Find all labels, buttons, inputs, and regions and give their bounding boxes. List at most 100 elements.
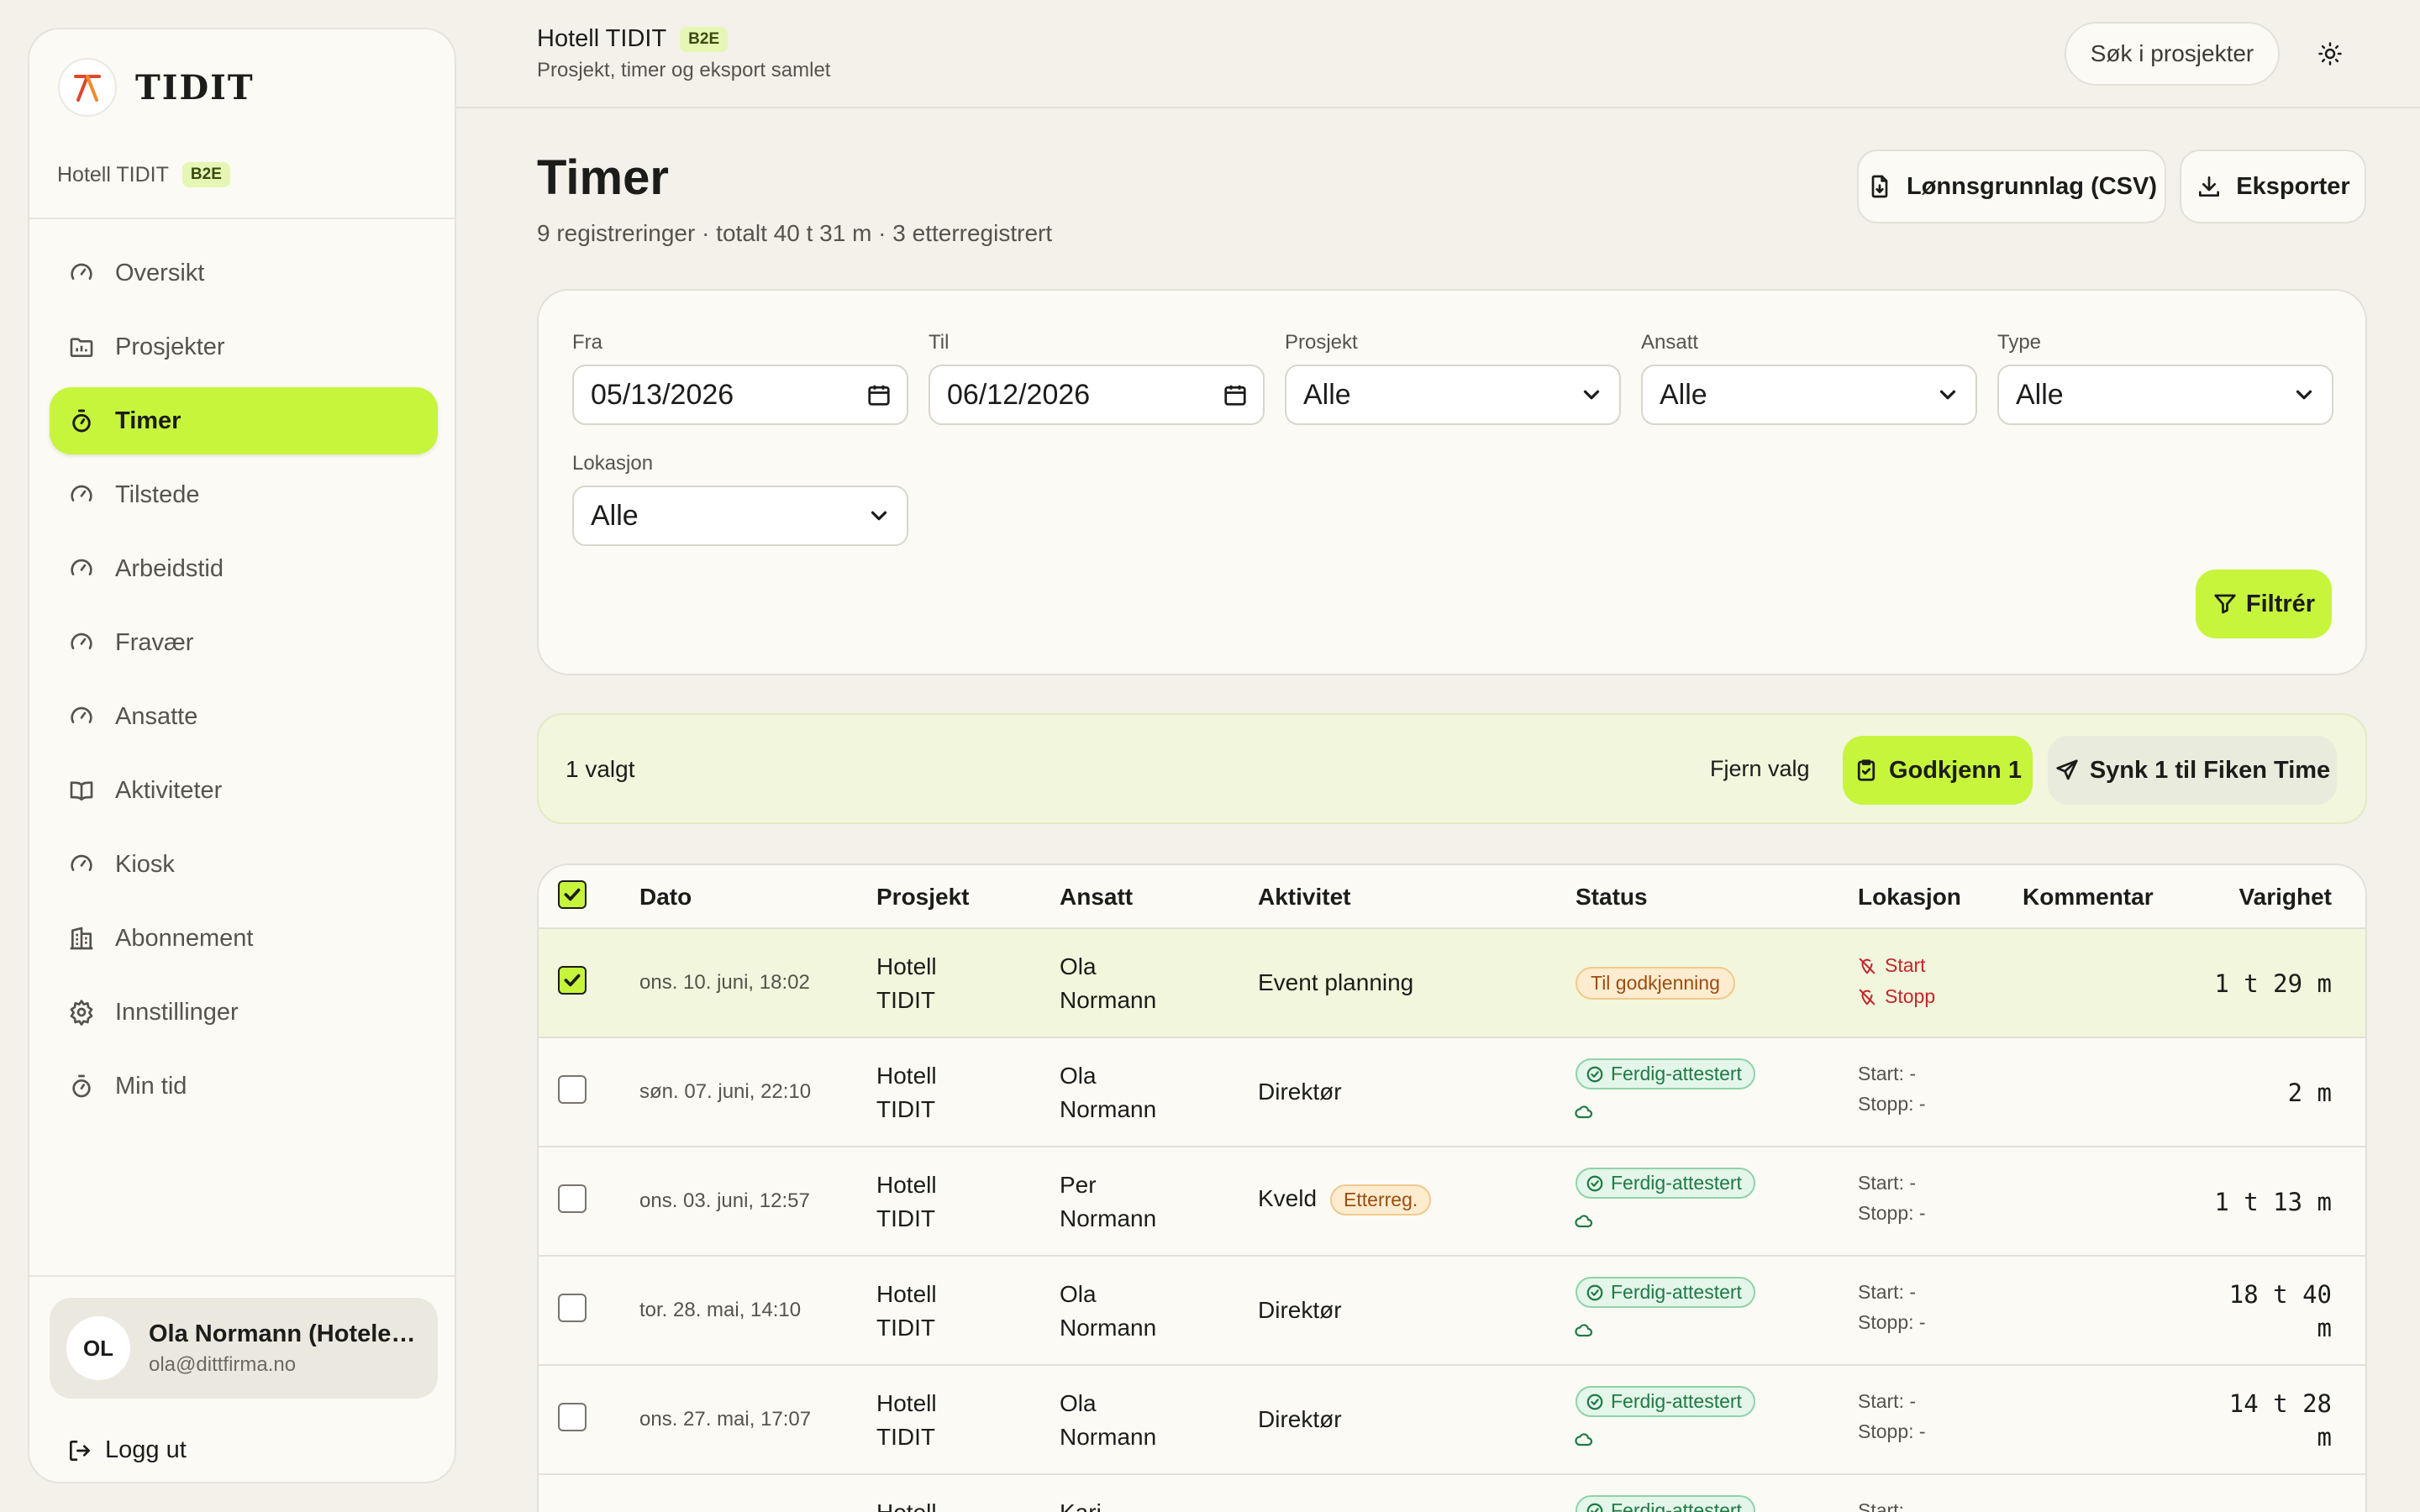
payroll-csv-button[interactable]: Lønnsgrunnlag (CSV) xyxy=(1857,150,2166,223)
status-badge: Til godkjenning xyxy=(1576,967,1735,1000)
location-info: Start: - Stopp: - xyxy=(1858,1058,1926,1119)
row-checkbox[interactable] xyxy=(558,1184,587,1213)
col-employee[interactable]: Ansatt xyxy=(1060,884,1133,911)
chevron-down-icon xyxy=(1939,390,1956,400)
row-project-l1: Hotell xyxy=(876,1281,937,1307)
row-checkbox[interactable] xyxy=(558,966,587,995)
sidebar-item-kiosk[interactable]: Kiosk xyxy=(50,831,438,898)
sidebar-nav: Oversikt Prosjekter Timer Tilstede Arbei… xyxy=(50,239,438,1126)
row-checkbox[interactable] xyxy=(558,1403,587,1431)
from-date-input[interactable]: 05/13/2026 xyxy=(572,365,908,425)
gear-icon xyxy=(70,1000,93,1026)
sidebar-item-label: Kiosk xyxy=(115,850,175,878)
to-label: Til xyxy=(929,331,950,354)
sidebar-item-arbeidstid[interactable]: Arbeidstid xyxy=(50,535,438,602)
row-checkbox[interactable] xyxy=(558,1075,587,1104)
sidebar-item-ansatte[interactable]: Ansatte xyxy=(50,683,438,750)
export-button[interactable]: Eksporter xyxy=(2180,150,2366,223)
sidebar-item-oversikt[interactable]: Oversikt xyxy=(50,239,438,307)
table-row[interactable]: søn. 07. juni, 22:10 Hotell TIDIT Ola Norm… xyxy=(539,1038,2365,1147)
project-select[interactable]: Alle xyxy=(1285,365,1621,425)
sidebar-item-innstillinger[interactable]: Innstillinger xyxy=(50,979,438,1046)
topbar-title-text: Hotell TIDIT xyxy=(537,25,667,52)
selected-count: 1 valgt xyxy=(566,756,635,782)
cloud-icon xyxy=(1575,1215,1593,1228)
col-project[interactable]: Prosjekt xyxy=(876,884,970,911)
location-stop-label: Stopp: - xyxy=(1858,1093,1926,1115)
sidebar-item-aktiviteter[interactable]: Aktiviteter xyxy=(50,757,438,824)
sidebar-item-label: Timer xyxy=(115,407,182,434)
table-header: Dato Prosjekt Ansatt Aktivitet Status Lo… xyxy=(539,865,2365,929)
location-start-label: Start: - xyxy=(1858,1390,1917,1412)
sidebar-item-prosjekter[interactable]: Prosjekter xyxy=(50,313,438,381)
select-all-checkbox[interactable] xyxy=(558,880,587,909)
row-duration-l2: m xyxy=(2317,1423,2332,1452)
row-employee: Ola Normann xyxy=(1060,1059,1156,1126)
logout-button[interactable]: Logg ut xyxy=(66,1436,187,1464)
row-date: søn. 07. juni, 22:10 xyxy=(639,1080,812,1103)
table-row[interactable]: tor. 28. mai, 14:10 Hotell TIDIT Ola Norma… xyxy=(539,1257,2365,1366)
map-pin-off-icon xyxy=(1859,958,1876,974)
row-project: Hotell xyxy=(876,1496,937,1512)
row-duration-l1: 1 t 13 m xyxy=(2214,1188,2332,1216)
sidebar-item-label: Innstillinger xyxy=(115,998,239,1026)
col-date[interactable]: Dato xyxy=(639,884,692,911)
col-duration[interactable]: Varighet xyxy=(2239,884,2332,911)
filter-button[interactable]: Filtrér xyxy=(2196,570,2332,638)
location-select[interactable]: Alle xyxy=(572,486,908,546)
status-label: Ferdig-attestert xyxy=(1611,1063,1742,1084)
sidebar-item-label: Ansatte xyxy=(115,702,198,730)
status-label: Ferdig-attestert xyxy=(1611,1499,1742,1512)
to-date-input[interactable]: 06/12/2026 xyxy=(929,365,1265,425)
status-badge: Ferdig-attestert xyxy=(1576,1386,1755,1417)
filter-button-label: Filtrér xyxy=(2245,590,2316,617)
col-activity[interactable]: Aktivitet xyxy=(1258,884,1350,911)
file-download-icon xyxy=(1871,175,1888,198)
approve-label: Godkjenn 1 xyxy=(1889,756,2022,784)
sidebar-item-abonnement[interactable]: Abonnement xyxy=(50,905,438,972)
brand[interactable]: TIDIT xyxy=(58,58,255,117)
sidebar-item-label: Abonnement xyxy=(115,924,254,952)
location-label: Lokasjon xyxy=(572,452,654,475)
from-label: Fra xyxy=(572,331,602,354)
sidebar-item-label: Aktiviteter xyxy=(115,776,223,804)
sidebar-item-min-tid[interactable]: Min tid xyxy=(50,1053,438,1120)
row-activity: Kveld Etterreg. xyxy=(1258,1184,1432,1215)
row-activity: Event planning xyxy=(1258,969,1414,995)
row-activity: Direktør xyxy=(1258,1406,1342,1432)
sun-icon xyxy=(2318,42,2342,66)
search-projects-button[interactable]: Søk i prosjekter xyxy=(2065,22,2280,86)
location-start-label: Start: - xyxy=(1858,1172,1917,1194)
col-comment[interactable]: Kommentar xyxy=(2023,884,2154,911)
folder-chart-icon xyxy=(70,338,93,357)
location-start-label: Start: xyxy=(1858,1499,1904,1512)
type-select[interactable]: Alle xyxy=(1997,365,2333,425)
row-activity: Direktør xyxy=(1258,1297,1342,1323)
table-row[interactable]: Hotell Kari Ferdig-attestert Start: xyxy=(539,1475,2365,1512)
row-employee-l1: Ola xyxy=(1060,953,1097,979)
sidebar-item-tilstede[interactable]: Tilstede xyxy=(50,461,438,528)
user-info: Ola Normann (Hotelei... ola@dittfirma.no xyxy=(149,1320,418,1377)
table-row[interactable]: ons. 10. juni, 18:02 Hotell TIDIT Ola Norm… xyxy=(539,929,2365,1038)
sync-fiken-button[interactable]: Synk 1 til Fiken Time xyxy=(2048,736,2337,805)
sidebar-item-timer[interactable]: Timer xyxy=(50,387,438,454)
org-name-text: Hotell TIDIT xyxy=(57,162,169,186)
chevron-down-icon xyxy=(2296,390,2312,400)
row-date: ons. 27. mai, 17:07 xyxy=(639,1408,812,1431)
table-row[interactable]: ons. 03. juni, 12:57 Hotell TIDIT Per Norm… xyxy=(539,1147,2365,1257)
row-checkbox[interactable] xyxy=(558,1294,587,1322)
approve-button[interactable]: Godkjenn 1 xyxy=(1843,736,2033,805)
location-stop-label: Stopp xyxy=(1885,985,1936,1007)
cloud-icon xyxy=(1575,1105,1593,1119)
row-project: Hotell TIDIT xyxy=(876,1168,937,1236)
user-card[interactable]: OL Ola Normann (Hotelei... ola@dittfirma… xyxy=(50,1298,438,1399)
col-location[interactable]: Lokasjon xyxy=(1858,884,1961,911)
export-label: Eksporter xyxy=(2236,172,2350,200)
clear-selection-button[interactable]: Fjern valg xyxy=(1710,756,1810,782)
table-row[interactable]: ons. 27. mai, 17:07 Hotell TIDIT Ola Norma… xyxy=(539,1366,2365,1475)
sidebar-item-fravaer[interactable]: Fravær xyxy=(50,609,438,676)
row-employee: Ola Normann xyxy=(1060,1387,1156,1454)
col-status[interactable]: Status xyxy=(1576,884,1648,911)
employee-select[interactable]: Alle xyxy=(1641,365,1977,425)
theme-toggle-button[interactable] xyxy=(2313,37,2347,71)
